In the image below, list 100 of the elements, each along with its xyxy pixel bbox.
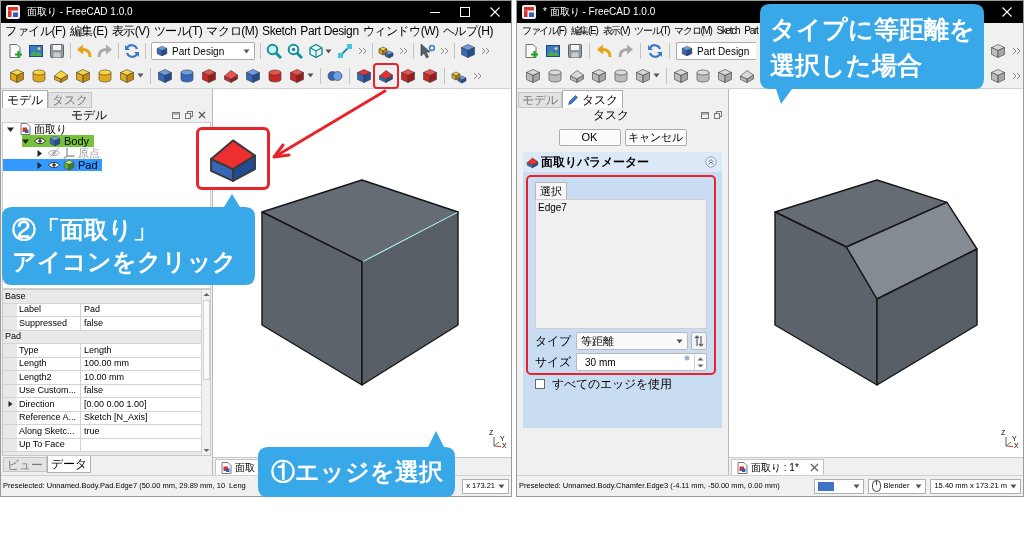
- cube-icon[interactable]: [289, 67, 305, 84]
- double-chevron-icon[interactable]: [481, 46, 490, 56]
- panel-tab[interactable]: モデル: [2, 90, 48, 108]
- color-dropdown[interactable]: [813, 478, 864, 494]
- refresh-icon[interactable]: [647, 43, 663, 59]
- expand-arrow-icon[interactable]: [36, 149, 43, 157]
- menu-item[interactable]: Part Design: [300, 25, 359, 37]
- maximize-icon[interactable]: [459, 7, 471, 17]
- menu-item[interactable]: 編集(E): [69, 25, 108, 37]
- menu-item[interactable]: 編集(E): [570, 26, 598, 36]
- sloped-block-icon[interactable]: [378, 67, 394, 84]
- save-icon[interactable]: [49, 43, 65, 59]
- menu-item[interactable]: ファイル(F): [5, 25, 66, 37]
- caret-icon[interactable]: [137, 73, 144, 78]
- tree-item[interactable]: 面取り: [7, 123, 71, 135]
- workbench-dropdown[interactable]: Part Design: [676, 42, 756, 60]
- double-chevron-icon[interactable]: [358, 46, 367, 56]
- menu-item[interactable]: 表示(V): [602, 26, 630, 36]
- cylinder-icon[interactable]: [179, 67, 195, 84]
- scroll-down-icon[interactable]: [202, 448, 210, 453]
- ok-button[interactable]: OK: [558, 129, 621, 146]
- flip-button[interactable]: [691, 332, 707, 350]
- close-icon[interactable]: [198, 111, 206, 119]
- menu-item[interactable]: マクロ(M): [674, 26, 712, 36]
- checkbox[interactable]: [535, 379, 545, 389]
- sloped-block-icon[interactable]: [223, 67, 239, 84]
- menu-item[interactable]: ヘルプ(H): [442, 25, 494, 37]
- caret-icon[interactable]: [307, 73, 314, 78]
- double-chevron-icon[interactable]: [440, 46, 449, 56]
- menu-item[interactable]: Sketch: [716, 26, 740, 36]
- document-tab[interactable]: 面取: [215, 459, 260, 475]
- collapse-icon[interactable]: [705, 156, 717, 168]
- picture-file-icon[interactable]: [28, 43, 44, 59]
- expand-arrow-icon[interactable]: [7, 401, 13, 408]
- picture-file-icon[interactable]: [545, 43, 561, 59]
- new-document-icon[interactable]: [7, 43, 23, 59]
- cylinder-icon[interactable]: [31, 67, 47, 84]
- menu-item[interactable]: ツール(T): [634, 26, 670, 36]
- panel-tab[interactable]: ビュー: [3, 457, 47, 472]
- workbench-dropdown[interactable]: Part Design: [151, 42, 255, 60]
- expand-arrow-icon[interactable]: [7, 125, 14, 133]
- double-chevron-icon[interactable]: [473, 70, 482, 81]
- overlapped-windows-icon[interactable]: [714, 111, 722, 119]
- menu-item[interactable]: マクロ(M): [206, 25, 259, 37]
- menu-item[interactable]: 表示(V): [111, 25, 150, 37]
- menu-item[interactable]: ウィンドウ(W): [362, 25, 439, 37]
- panel-tab[interactable]: データ: [47, 456, 91, 473]
- diagonal-line-icon[interactable]: [337, 43, 353, 59]
- block-icon[interactable]: [201, 67, 217, 84]
- menu-item[interactable]: ファイル(F): [522, 26, 566, 36]
- panel-tab[interactable]: タスク: [562, 90, 623, 108]
- spin-down-icon[interactable]: [697, 363, 704, 368]
- list-item[interactable]: Edge7: [538, 202, 567, 214]
- refresh-icon[interactable]: [124, 43, 140, 59]
- double-chevron-icon[interactable]: [1012, 70, 1021, 81]
- overlapped-windows-icon[interactable]: [185, 111, 193, 119]
- zoom-icon[interactable]: [287, 43, 303, 59]
- tree-item[interactable]: Body: [22, 135, 95, 147]
- spin-up-icon[interactable]: [697, 356, 704, 361]
- cube-icon[interactable]: [119, 67, 135, 84]
- zoom-icon[interactable]: [266, 43, 282, 59]
- new-document-icon[interactable]: [523, 43, 539, 59]
- cylinder-icon[interactable]: [97, 67, 113, 84]
- scrollbar-thumb[interactable]: [202, 300, 210, 380]
- edge-list[interactable]: Edge7: [535, 199, 707, 329]
- block-icon[interactable]: [400, 67, 416, 84]
- type-dropdown[interactable]: 等距離: [576, 332, 688, 350]
- cursor-arrow-icon[interactable]: [419, 43, 435, 59]
- cylinder-icon[interactable]: [267, 67, 283, 84]
- sloped-block-icon[interactable]: [53, 67, 69, 84]
- tree-item[interactable]: Pad: [3, 159, 102, 171]
- expand-arrow-icon[interactable]: [22, 137, 29, 145]
- block-icon[interactable]: [9, 67, 25, 84]
- document-tab[interactable]: 面取り : 1*: [731, 459, 824, 475]
- save-icon[interactable]: [567, 43, 583, 59]
- menu-item[interactable]: Part: [744, 26, 758, 36]
- scrollbar[interactable]: [201, 290, 210, 455]
- block-icon[interactable]: [75, 67, 91, 84]
- block-icon[interactable]: [157, 67, 173, 84]
- block-icon[interactable]: [422, 67, 438, 84]
- highlighted-edge[interactable]: [362, 211, 458, 263]
- double-chevron-icon[interactable]: [1012, 46, 1021, 56]
- caret-icon[interactable]: [325, 48, 332, 54]
- window-icon[interactable]: [172, 111, 180, 119]
- caret-icon[interactable]: [653, 73, 660, 78]
- block-icon[interactable]: [356, 67, 372, 84]
- eye-icon[interactable]: [48, 159, 60, 171]
- window-icon[interactable]: [701, 111, 709, 119]
- eye-icon[interactable]: [34, 135, 46, 147]
- cube-outline-icon[interactable]: [308, 43, 324, 59]
- scroll-up-icon[interactable]: [202, 292, 210, 297]
- panel-tab[interactable]: タスク: [48, 92, 92, 108]
- cancel-button[interactable]: キャンセル: [624, 129, 687, 146]
- size-field[interactable]: 30 mm: [576, 353, 707, 371]
- menu-item[interactable]: ツール(T): [153, 25, 203, 37]
- block-icon[interactable]: [245, 67, 261, 84]
- menu-item[interactable]: Sketch: [262, 25, 297, 37]
- select-button[interactable]: 選択: [535, 182, 567, 199]
- panel-tab[interactable]: モデル: [518, 92, 562, 108]
- double-chevron-icon[interactable]: [399, 46, 408, 56]
